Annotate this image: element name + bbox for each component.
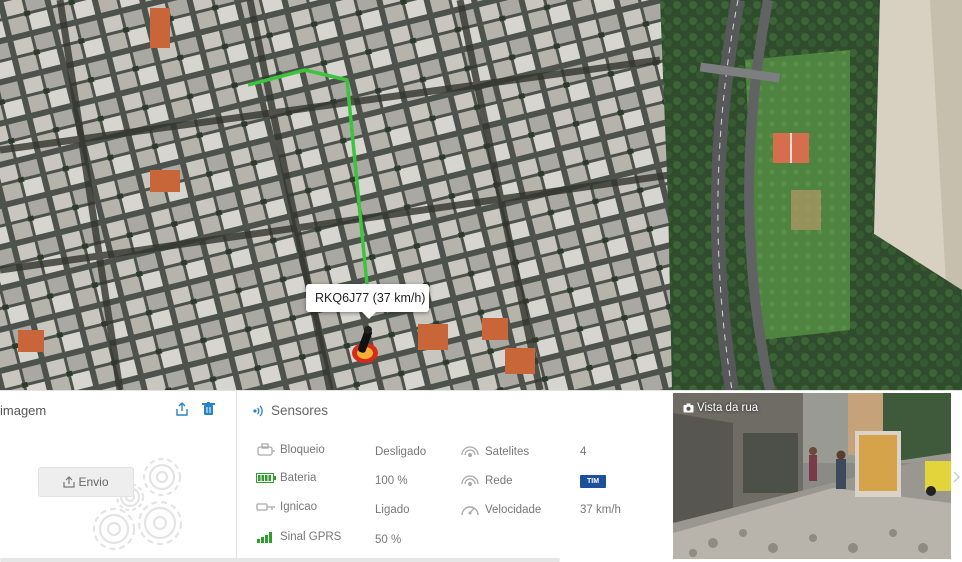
envio-button[interactable]: Envio (38, 467, 134, 497)
sensor-ignicao-label: Ignicao (280, 501, 318, 513)
sensor-sinal-gprs-value: 50 % (375, 534, 402, 546)
sensors-header: Sensores (251, 403, 328, 418)
sensor-bateria-value: 100 % (375, 475, 408, 487)
satellite-map[interactable]: RKQ6J77 (37 km/h) (0, 0, 962, 390)
sensor-velocidade: Velocidade (460, 501, 541, 519)
ignition-key-icon (256, 503, 275, 511)
envio-button-label: Envio (78, 475, 109, 489)
share-icon[interactable] (175, 402, 189, 416)
sensor-rede-value: TIM (580, 475, 606, 488)
vehicle-tooltip[interactable]: RKQ6J77 (37 km/h) (306, 284, 429, 319)
sensor-satelites-value: 4 (580, 446, 587, 458)
sensor-sinal-gprs-label: Sinal GPRS (280, 531, 342, 543)
sensor-bloqueio-value: Desligado (375, 446, 427, 458)
street-view-label-text: Vista da rua (697, 402, 759, 414)
tracking-screen: RKQ6J77 (37 km/h) imagem Envio Sensores … (0, 0, 962, 562)
satellite-signal-icon (461, 446, 479, 457)
image-panel: imagem Envio (0, 391, 237, 562)
image-panel-title: imagem (0, 403, 47, 418)
sensor-bateria-label: Bateria (280, 472, 317, 484)
battery-icon (256, 473, 276, 483)
sensors-panel: Sensores Bloqueio Desligado Bateria 100 … (238, 391, 670, 562)
sensor-ignicao-value: Ligado (375, 504, 410, 516)
sensor-waves-icon (253, 405, 263, 416)
sensor-velocidade-value: 37 km/h (580, 504, 621, 516)
camera-icon (683, 403, 694, 413)
sensor-satelites: Satelites (460, 443, 529, 461)
horizontal-scrollbar[interactable] (0, 558, 560, 562)
signal-bars-icon (257, 532, 272, 543)
chevron-right-icon[interactable] (951, 469, 962, 485)
lock-icon (257, 443, 275, 456)
satellite-imagery (0, 0, 962, 390)
trash-icon[interactable] (202, 402, 215, 416)
sensor-velocidade-label: Velocidade (485, 504, 542, 516)
upload-icon (63, 476, 76, 488)
street-view-label: Vista da rua (683, 402, 758, 414)
sensor-bateria: Bateria (256, 472, 316, 484)
sensors-title: Sensores (271, 403, 329, 418)
vehicle-tooltip-text: RKQ6J77 (37 km/h) (315, 291, 426, 305)
sensor-satelites-label: Satelites (485, 446, 530, 458)
sensor-bloqueio: Bloqueio (256, 443, 325, 457)
street-view-image (673, 393, 951, 559)
sensor-ignicao: Ignicao (256, 501, 317, 513)
sensor-rede-label: Rede (485, 475, 513, 487)
bottom-panel: imagem Envio Sensores Bloqueio Desligado… (0, 390, 962, 562)
street-view-panel[interactable]: Vista da rua (673, 393, 951, 559)
sensor-bloqueio-label: Bloqueio (280, 444, 325, 456)
sensor-sinal-gprs: Sinal GPRS (256, 531, 341, 543)
sensor-rede: Rede (460, 472, 513, 490)
network-signal-icon (461, 475, 479, 486)
speedometer-icon (461, 506, 479, 516)
vehicle-marker-icon[interactable] (350, 325, 380, 365)
